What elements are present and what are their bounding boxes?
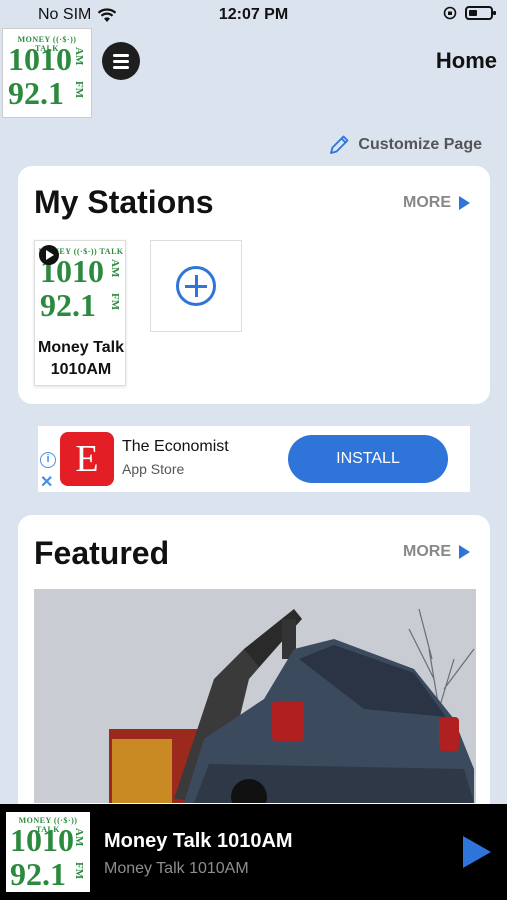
featured-title: Featured <box>34 535 170 571</box>
featured-more-button[interactable]: MORE <box>403 543 470 561</box>
now-playing-bar[interactable]: MONEY ((·$·)) TALK 1010 AM 92.1 FM Money… <box>0 804 507 900</box>
menu-icon-bar <box>113 65 129 69</box>
player-title: Money Talk 1010AM <box>104 830 293 852</box>
play-arrow-icon <box>459 545 470 559</box>
logo-band-fm: FM <box>73 81 85 99</box>
battery-icon <box>465 6 496 20</box>
status-bar: No SIM 12:07 PM <box>0 0 507 30</box>
status-time: 12:07 PM <box>218 6 289 23</box>
ad-info-icon[interactable]: i <box>40 452 56 468</box>
more-label: MORE <box>403 194 451 211</box>
add-station-button[interactable] <box>150 240 242 332</box>
ad-banner[interactable]: i ✕ E The Economist App Store INSTALL <box>38 426 470 492</box>
menu-button[interactable] <box>102 42 140 80</box>
featured-photo <box>34 589 476 803</box>
featured-card: Featured MORE <box>18 515 490 815</box>
player-subtitle: Money Talk 1010AM <box>104 860 249 877</box>
logo-band-fm: FM <box>109 293 121 311</box>
logo-mark: MONEY ((·$·)) TALK 1010 AM 92.1 FM <box>8 814 88 890</box>
logo-number-am: 1010 <box>10 822 74 858</box>
ad-title: The Economist <box>122 438 229 455</box>
play-arrow-icon <box>459 196 470 210</box>
station-tile[interactable]: MONEY ((·$·)) TALK 1010 AM 92.1 FM Money… <box>34 240 126 386</box>
pencil-icon <box>330 135 349 154</box>
logo-band-am: AM <box>109 259 121 278</box>
logo-number-fm: 92.1 <box>10 856 66 892</box>
ad-close-icon[interactable]: ✕ <box>40 472 53 492</box>
station-logo[interactable]: MONEY ((·$·)) TALK 1010 AM 92.1 FM <box>2 28 92 118</box>
ad-subtitle: App Store <box>122 461 185 477</box>
station-name: Money Talk 1010AM <box>38 339 124 378</box>
more-label: MORE <box>403 543 451 560</box>
plus-circle-icon <box>176 266 216 306</box>
economist-logo: E <box>60 432 114 486</box>
station-tile-logo: MONEY ((·$·)) TALK 1010 AM 92.1 FM <box>35 241 127 329</box>
customize-page-link[interactable]: Customize Page <box>328 134 482 156</box>
menu-icon-bar <box>113 53 129 57</box>
logo-band-fm: FM <box>73 862 85 880</box>
menu-icon-bar <box>113 59 129 63</box>
orientation-lock-icon <box>443 6 457 20</box>
player-station-logo: MONEY ((·$·)) TALK 1010 AM 92.1 FM <box>6 812 90 892</box>
logo-band-am: AM <box>73 47 85 66</box>
featured-image[interactable] <box>34 589 476 803</box>
my-stations-card: My Stations MORE MONEY ((·$·)) TALK 1010… <box>18 166 490 404</box>
my-stations-more-button[interactable]: MORE <box>403 194 470 212</box>
logo-mark: MONEY ((·$·)) TALK 1010 AM 92.1 FM <box>6 33 88 113</box>
status-right <box>443 6 496 20</box>
logo-number-fm: 92.1 <box>40 287 96 323</box>
customize-label: Customize Page <box>358 136 482 153</box>
install-button[interactable]: INSTALL <box>288 435 448 483</box>
play-icon[interactable] <box>39 245 59 265</box>
logo-band-am: AM <box>73 828 85 847</box>
logo-number-fm: 92.1 <box>8 75 64 111</box>
my-stations-title: My Stations <box>34 184 214 220</box>
page-title: Home <box>435 48 497 73</box>
play-icon[interactable] <box>463 836 491 868</box>
logo-number-am: 1010 <box>8 41 72 77</box>
